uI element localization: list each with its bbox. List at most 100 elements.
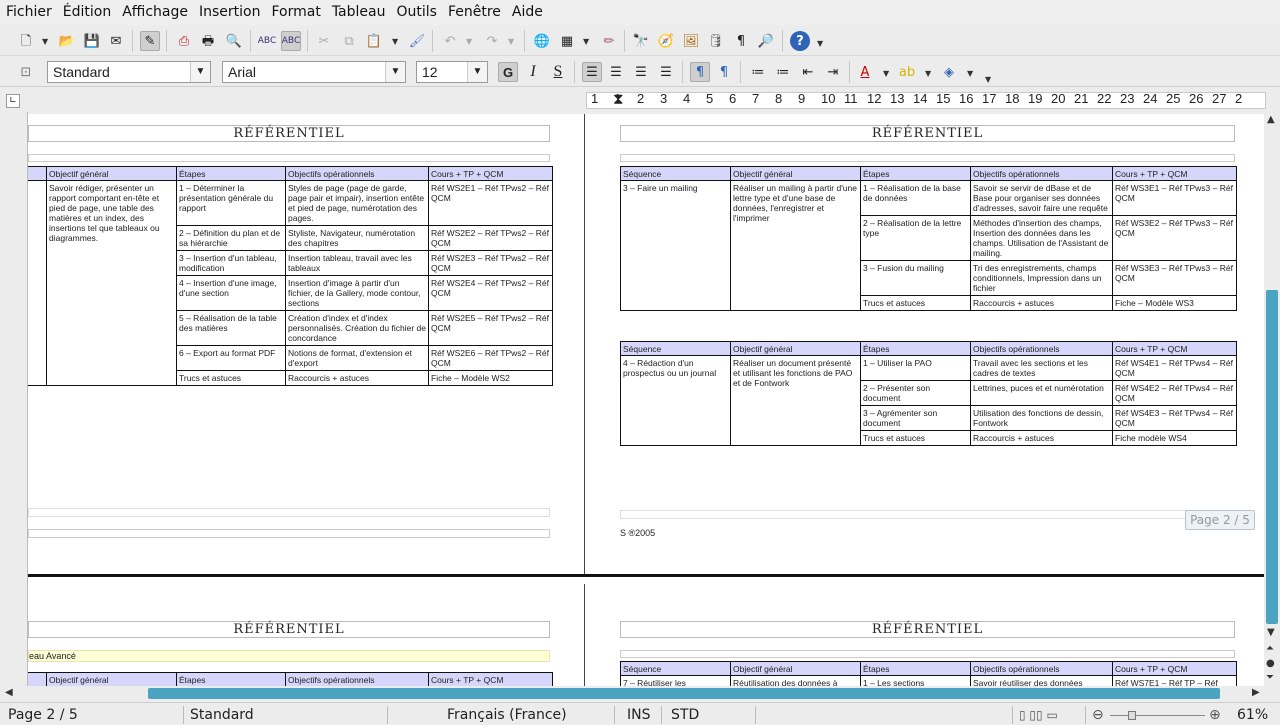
menu-aide[interactable]: Aide xyxy=(506,0,548,25)
zoom-out-icon[interactable]: ⊖ xyxy=(1092,706,1104,724)
font-name-select[interactable]: Arial ▼ xyxy=(222,61,406,83)
scroll-down-icon[interactable]: ▼ xyxy=(1267,627,1275,638)
numbering-icon[interactable]: ≔ xyxy=(748,62,768,82)
find-replace-icon[interactable]: 🔭 xyxy=(631,31,651,51)
status-language[interactable]: Français (France) xyxy=(447,706,567,724)
horizontal-ruler[interactable]: ∟ 1 1 2 3 4 5 6 7 8 9 10 11 12 13 14 15 16 17 18 19 20 21 22 23… xyxy=(0,90,1280,112)
formatting-marks-icon[interactable]: ¶ xyxy=(731,31,751,51)
toolbar-overflow-icon[interactable]: ▼ xyxy=(985,75,991,84)
menu-insertion[interactable]: Insertion xyxy=(193,0,265,25)
vertical-scroll-thumb[interactable] xyxy=(1266,290,1278,624)
paragraph-style-select[interactable]: Standard ▼ xyxy=(47,61,211,83)
document-area[interactable]: RÉFÉRENTIEL Objectif général Étapes Object… xyxy=(28,114,1264,686)
font-color-dropdown-icon[interactable]: ▼ xyxy=(883,69,889,78)
paste-dropdown-icon[interactable]: ▼ xyxy=(392,37,398,46)
menu-edition[interactable]: Édition xyxy=(57,0,116,25)
status-page[interactable]: Page 2 / 5 xyxy=(8,706,78,724)
status-page-style[interactable]: Standard xyxy=(190,706,254,724)
show-draw-functions-icon[interactable]: ✏ xyxy=(599,31,619,51)
bold-button[interactable]: G xyxy=(498,62,518,82)
background-color-dropdown-icon[interactable]: ▼ xyxy=(967,69,973,78)
ruler-mark: 6 xyxy=(729,91,737,106)
scroll-right-icon[interactable]: ▶ xyxy=(1252,687,1260,698)
highlighting-dropdown-icon[interactable]: ▼ xyxy=(925,69,931,78)
zoom-in-icon[interactable]: ⊕ xyxy=(1209,706,1221,724)
underline-button[interactable]: S xyxy=(548,62,568,82)
menu-fichier[interactable]: Fichier xyxy=(0,0,57,25)
format-paintbrush-icon[interactable]: 🖌 xyxy=(407,31,427,51)
email-icon[interactable]: ✉ xyxy=(106,31,126,51)
zoom-icon[interactable]: 🔎 xyxy=(756,31,776,51)
chevron-down-icon[interactable]: ▼ xyxy=(467,62,487,82)
menu-tableau[interactable]: Tableau xyxy=(326,0,391,25)
zoom-level[interactable]: 61% xyxy=(1237,706,1268,724)
background-color-icon[interactable]: ◈ xyxy=(939,62,959,82)
new-dropdown-icon[interactable]: ▼ xyxy=(42,37,48,46)
styles-formatting-icon[interactable]: ⊡ xyxy=(16,62,36,82)
status-selection-mode[interactable]: STD xyxy=(671,706,699,724)
table-icon[interactable]: ▦ xyxy=(557,31,577,51)
zoom-slider-handle[interactable] xyxy=(1128,711,1136,720)
chevron-down-icon[interactable]: ▼ xyxy=(190,62,210,82)
print-icon[interactable]: 🖶 xyxy=(198,31,218,51)
horizontal-scroll-thumb[interactable] xyxy=(148,688,1220,699)
data-sources-icon[interactable]: 🛢 xyxy=(706,31,726,51)
cut-icon[interactable]: ✂ xyxy=(314,31,334,51)
menu-fenetre[interactable]: Fenêtre xyxy=(442,0,506,25)
copy-icon[interactable]: ⧉ xyxy=(339,31,359,51)
zoom-slider[interactable] xyxy=(1110,715,1205,716)
open-folder-icon[interactable]: 📂 xyxy=(57,31,77,51)
table-cell: Réf WS2E1 – Réf TPws2 – Réf QCM xyxy=(428,180,553,226)
table-dropdown-icon[interactable]: ▼ xyxy=(583,37,589,46)
previous-page-icon[interactable]: ⏶ xyxy=(1266,643,1274,654)
highlighting-icon[interactable]: ab xyxy=(897,62,917,82)
navigator-icon[interactable]: 🧭 xyxy=(656,31,676,51)
decrease-indent-icon[interactable]: ⇤ xyxy=(798,62,818,82)
save-icon[interactable]: 💾 xyxy=(82,31,102,51)
toolbar-overflow-icon[interactable]: ▼ xyxy=(817,39,823,48)
next-page-icon[interactable]: ⏷ xyxy=(1266,672,1274,683)
text-rtl-icon[interactable]: ¶ xyxy=(714,62,734,82)
view-layout-icon[interactable]: ▯ ▯▯ ▭ xyxy=(1019,706,1058,724)
text-ltr-icon[interactable]: ¶ xyxy=(690,62,710,82)
status-insert-mode[interactable]: INS xyxy=(627,706,651,724)
paste-icon[interactable]: 📋 xyxy=(364,31,384,51)
menu-affichage[interactable]: Affichage xyxy=(116,0,193,25)
vertical-scrollbar[interactable]: ▲ ▼ ⏶ ● ⏷ xyxy=(1264,114,1280,687)
scroll-up-icon[interactable]: ▲ xyxy=(1267,114,1275,125)
bullets-icon[interactable]: ≔ xyxy=(773,62,793,82)
navigation-icon[interactable]: ● xyxy=(1266,658,1275,669)
chevron-down-icon[interactable]: ▼ xyxy=(385,62,405,82)
new-document-icon[interactable]: 🗋 xyxy=(16,31,36,51)
tab-type-icon[interactable]: ∟ xyxy=(6,94,20,108)
help-icon[interactable]: ? xyxy=(790,31,810,51)
spellcheck-icon[interactable]: ABC xyxy=(257,31,277,51)
italic-button[interactable]: I xyxy=(523,62,543,82)
scroll-left-icon[interactable]: ◀ xyxy=(5,687,13,698)
hyperlink-icon[interactable]: 🌐 xyxy=(532,31,552,51)
table-cell: Insertion tableau, travail avec les tabl… xyxy=(285,250,429,276)
vertical-ruler[interactable] xyxy=(0,112,28,687)
undo-dropdown-icon[interactable]: ▼ xyxy=(466,37,472,46)
justify-icon[interactable]: ☰ xyxy=(656,62,676,82)
align-left-icon[interactable]: ☰ xyxy=(582,62,602,82)
horizontal-scrollbar[interactable]: ◀ ▶ xyxy=(0,686,1264,701)
align-center-icon[interactable]: ☰ xyxy=(606,62,626,82)
edit-mode-icon[interactable]: ✎ xyxy=(140,31,160,51)
align-right-icon[interactable]: ☰ xyxy=(631,62,651,82)
font-color-icon[interactable]: A xyxy=(855,62,875,82)
export-pdf-icon[interactable]: ⎙ xyxy=(174,31,194,51)
ruler-mark: 25 xyxy=(1166,91,1181,106)
autospellcheck-icon[interactable]: ABC xyxy=(281,31,301,51)
redo-icon[interactable]: ↷ xyxy=(482,31,502,51)
menu-outils[interactable]: Outils xyxy=(390,0,441,25)
undo-icon[interactable]: ↶ xyxy=(440,31,460,51)
menu-format[interactable]: Format xyxy=(265,0,325,25)
gallery-icon[interactable]: 🖼 xyxy=(681,31,701,51)
redo-dropdown-icon[interactable]: ▼ xyxy=(508,37,514,46)
indent-marker-icon[interactable]: ⧗ xyxy=(613,91,624,108)
print-preview-icon[interactable]: 🔍 xyxy=(224,31,244,51)
increase-indent-icon[interactable]: ⇥ xyxy=(823,62,843,82)
font-size-select[interactable]: 12 ▼ xyxy=(416,61,488,83)
sequence-cell: 4 – Rédaction d'un prospectus ou un jour… xyxy=(620,355,731,446)
